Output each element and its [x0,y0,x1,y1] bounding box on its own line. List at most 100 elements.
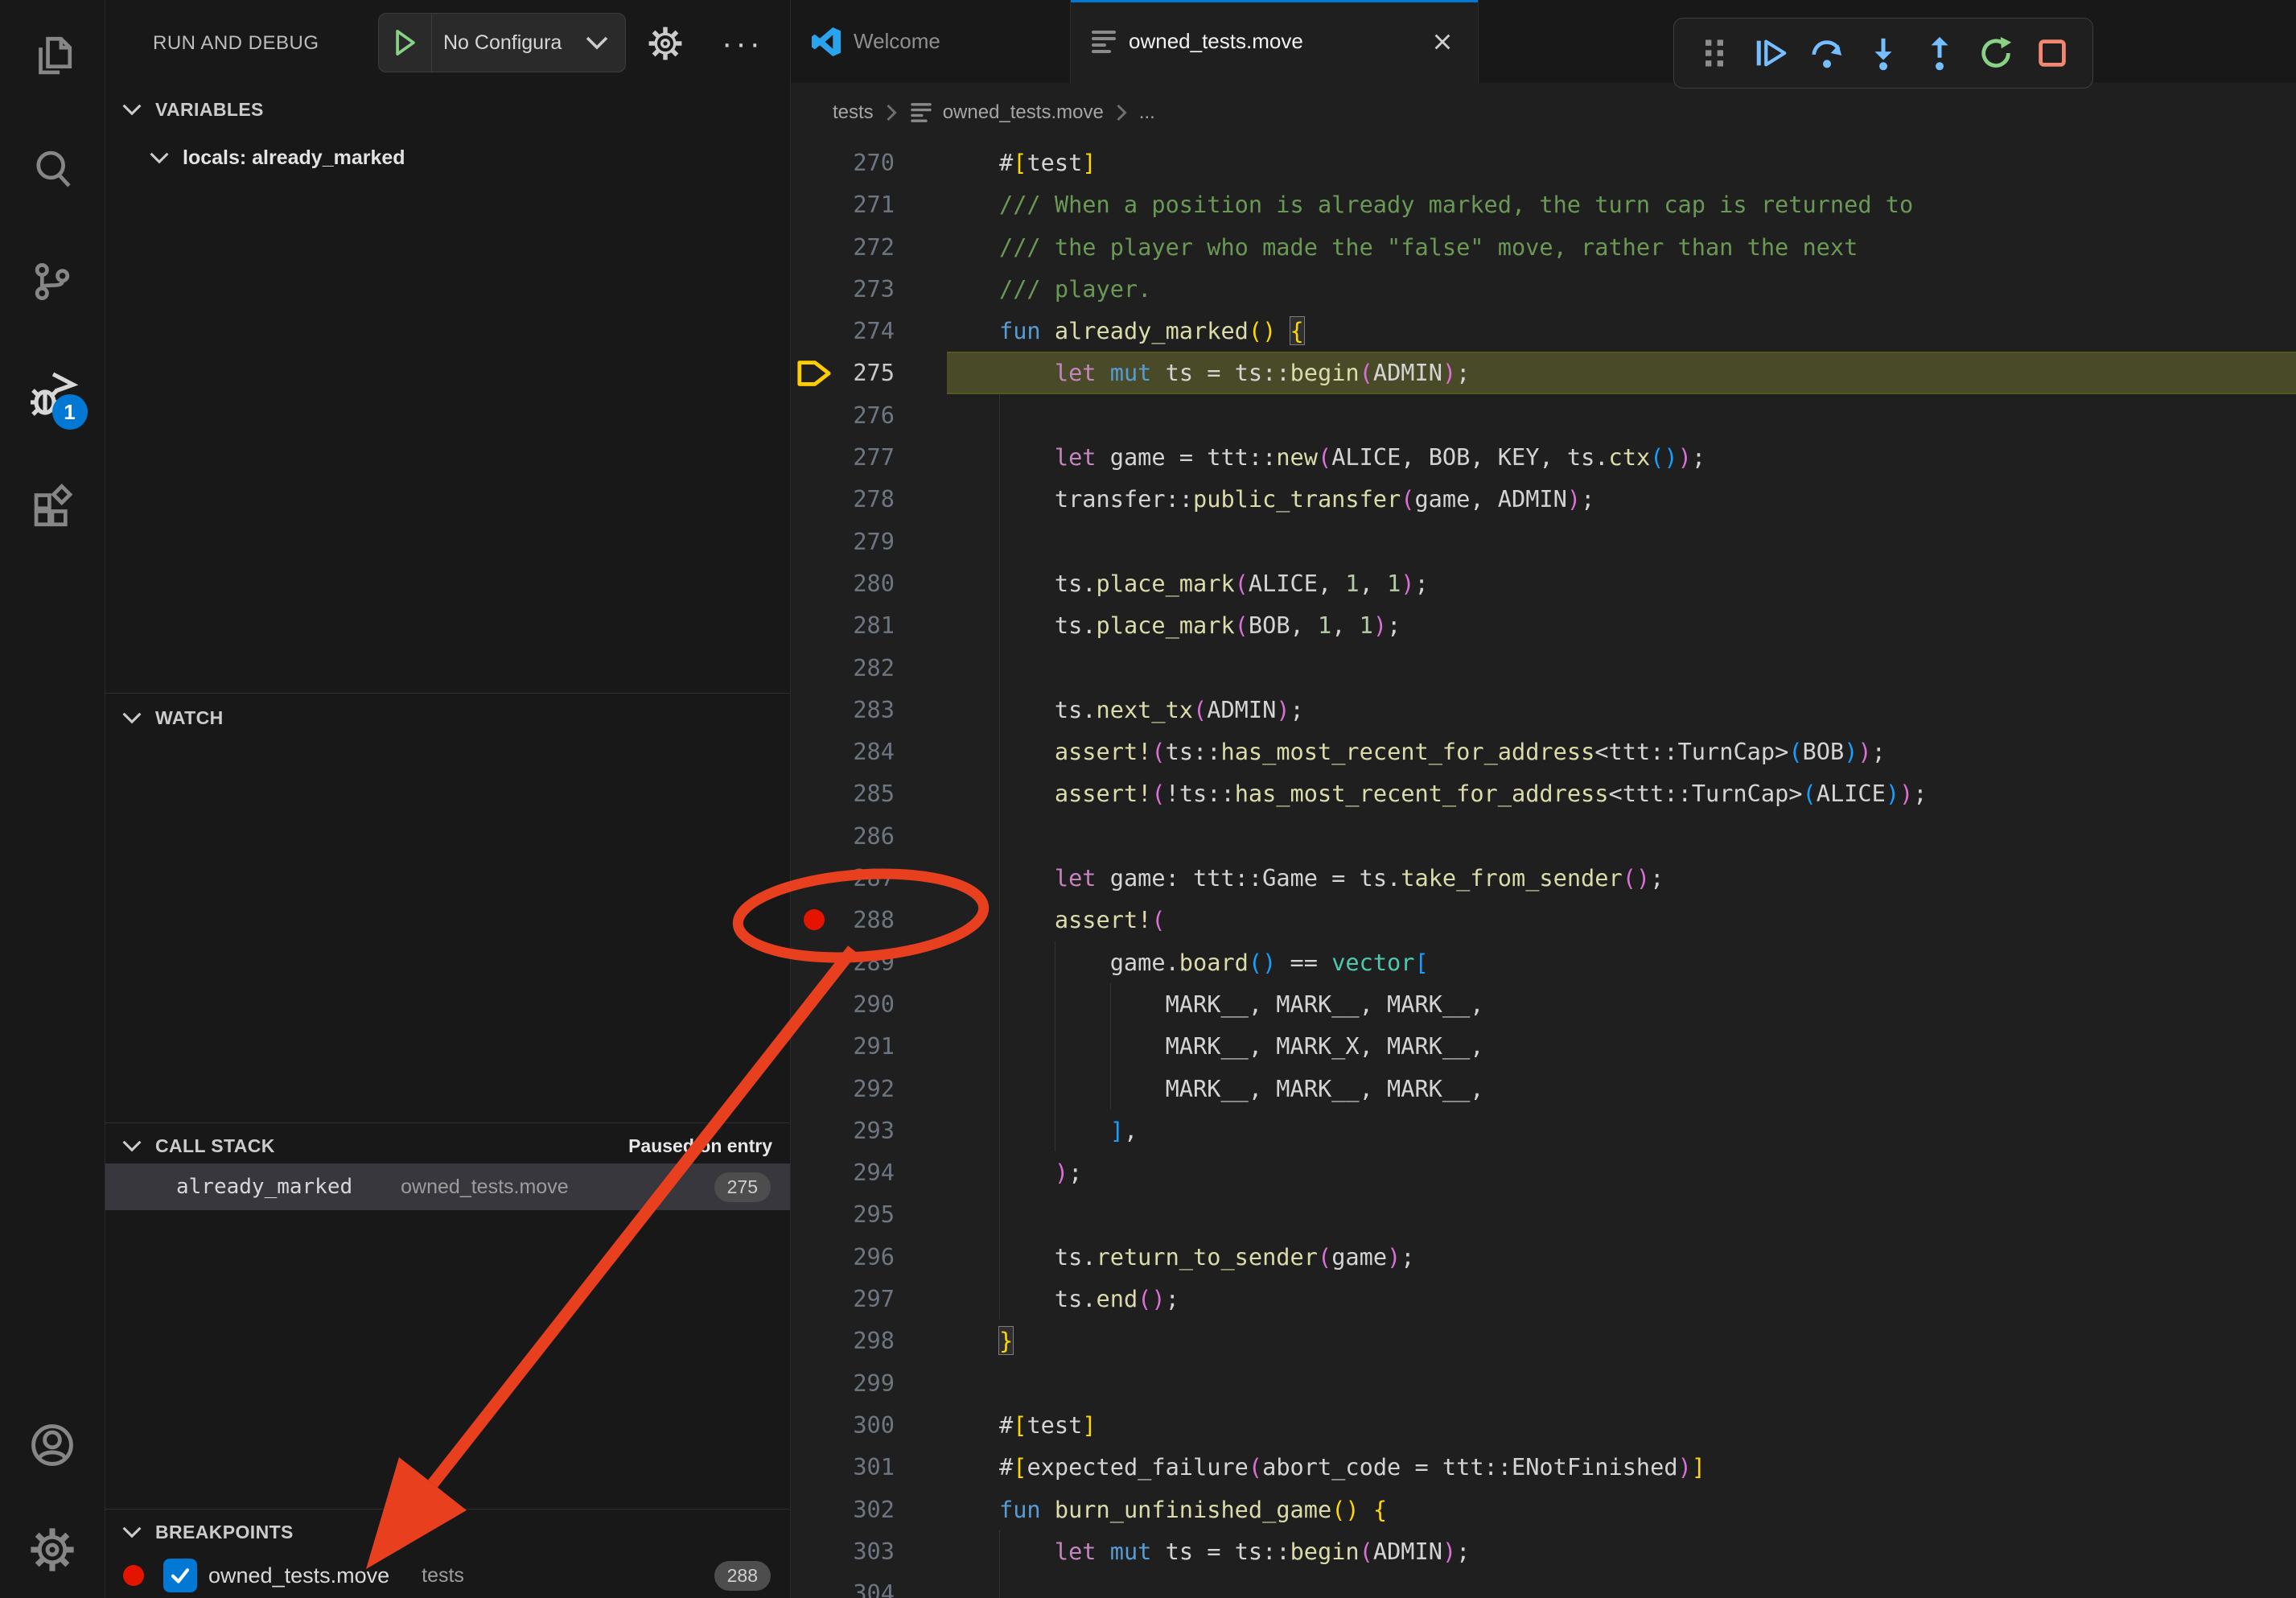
code-line[interactable]: 271/// When a position is already marked… [791,183,2296,225]
code-line-text[interactable]: ts.place_mark(ALICE, 1, 1); [947,562,2296,604]
code-line-text[interactable]: } [947,1320,2296,1361]
breadcrumb-item[interactable]: ... [1139,101,1155,124]
gutter[interactable]: 281 [791,604,947,646]
run-and-debug-icon[interactable]: 1 [0,338,105,451]
code-line[interactable]: 288 assert!( [791,899,2296,941]
code-line-text[interactable]: ts.return_to_sender(game); [947,1236,2296,1278]
code-line-text[interactable]: ts.next_tx(ADMIN); [947,689,2296,731]
gutter-decoration[interactable] [791,772,837,814]
code-line[interactable]: 294 ); [791,1151,2296,1193]
gutter[interactable]: 304 [791,1572,947,1598]
code-line-text[interactable] [947,647,2296,689]
code-line[interactable]: 292 MARK__, MARK__, MARK__, [791,1068,2296,1110]
breadcrumb-item[interactable]: tests [833,101,874,124]
variables-scope-locals[interactable]: locals: already_marked [105,135,790,180]
code-line[interactable]: 284 assert!(ts::has_most_recent_for_addr… [791,731,2296,772]
gutter-decoration[interactable] [791,394,837,436]
gutter[interactable]: 277 [791,436,947,478]
code-line-text[interactable]: let game = ttt::new(ALICE, BOB, KEY, ts.… [947,436,2296,478]
gutter-decoration[interactable] [791,647,837,689]
gutter[interactable]: 293 [791,1110,947,1151]
code-line[interactable]: 301#[expected_failure(abort_code = ttt::… [791,1446,2296,1488]
breakpoint-checkbox[interactable] [163,1559,197,1592]
gutter-decoration[interactable] [791,1068,837,1110]
gutter[interactable]: 298 [791,1320,947,1361]
start-debug-icon[interactable] [379,14,432,72]
gutter-decoration[interactable] [791,1489,837,1530]
code-line[interactable]: 274fun already_marked() { [791,310,2296,352]
gutter-decoration[interactable] [791,604,837,646]
gutter[interactable]: 278 [791,478,947,520]
gutter-decoration[interactable] [791,857,837,899]
search-icon[interactable] [0,113,105,225]
gutter-decoration[interactable] [791,941,837,983]
code-line-text[interactable]: #[expected_failure(abort_code = ttt::ENo… [947,1446,2296,1488]
gutter-decoration[interactable] [791,1236,837,1278]
gutter[interactable]: 296 [791,1236,947,1278]
more-actions-icon[interactable]: ··· [710,18,775,69]
stop-icon[interactable] [2031,32,2073,74]
code-line-text[interactable]: /// player. [947,268,2296,310]
code-line-text[interactable]: let mut ts = ts::begin(ADMIN); [947,1530,2296,1572]
breakpoints-section-header[interactable]: BREAKPOINTS [105,1511,790,1553]
account-icon[interactable] [0,1389,105,1501]
gutter[interactable]: 300 [791,1404,947,1446]
tab-welcome[interactable]: Welcome [791,0,1071,83]
code-line[interactable]: 278 transfer::public_transfer(game, ADMI… [791,478,2296,520]
gutter[interactable]: 282 [791,647,947,689]
gutter[interactable]: 272 [791,226,947,268]
code-line[interactable]: 290 MARK__, MARK__, MARK__, [791,983,2296,1025]
code-line-text[interactable]: MARK__, MARK__, MARK__, [947,1068,2296,1110]
gutter[interactable]: 303 [791,1530,947,1572]
debug-config-dropdown[interactable]: No Configura [378,13,626,72]
gutter-decoration[interactable] [791,1446,837,1488]
gutter-current-frame-icon[interactable] [791,352,837,393]
code-line-text[interactable]: ts.place_mark(BOB, 1, 1); [947,604,2296,646]
gutter-decoration[interactable] [791,310,837,352]
code-line-text[interactable]: #[test] [947,1404,2296,1446]
watch-section-header[interactable]: WATCH [105,697,790,739]
code-line-text[interactable]: let mut ts = ts::begin(ADMIN); [947,352,2296,393]
code-line[interactable]: 276 [791,394,2296,436]
gutter[interactable]: 297 [791,1278,947,1320]
gutter-breakpoint-icon[interactable] [791,899,837,941]
code-line[interactable]: 293 ], [791,1110,2296,1151]
code-line-text[interactable] [947,394,2296,436]
code-editor[interactable]: 270#[test]271/// When a position is alre… [791,142,2296,1598]
gutter[interactable]: 284 [791,731,947,772]
code-line-text[interactable]: /// the player who made the "false" move… [947,226,2296,268]
gutter[interactable]: 292 [791,1068,947,1110]
code-line[interactable]: 297 ts.end(); [791,1278,2296,1320]
gutter-decoration[interactable] [791,183,837,225]
code-line[interactable]: 283 ts.next_tx(ADMIN); [791,689,2296,731]
close-icon[interactable] [1428,27,1457,56]
gutter-decoration[interactable] [791,1362,837,1404]
gutter-decoration[interactable] [791,1193,837,1235]
gutter[interactable]: 276 [791,394,947,436]
code-line[interactable]: 299 [791,1362,2296,1404]
code-line-text[interactable]: #[test] [947,142,2296,183]
gutter-decoration[interactable] [791,436,837,478]
variables-section-header[interactable]: VARIABLES [105,89,790,130]
code-line-text[interactable]: let game: ttt::Game = ts.take_from_sende… [947,857,2296,899]
gutter[interactable]: 288 [791,899,947,941]
code-line-text[interactable]: fun already_marked() { [947,310,2296,352]
code-line[interactable]: 270#[test] [791,142,2296,183]
gutter[interactable]: 274 [791,310,947,352]
gutter-decoration[interactable] [791,1110,837,1151]
code-line-text[interactable]: assert!(ts::has_most_recent_for_address<… [947,731,2296,772]
code-line[interactable]: 304 [791,1572,2296,1598]
code-line-text[interactable] [947,815,2296,857]
gutter-decoration[interactable] [791,1404,837,1446]
code-line-text[interactable] [947,1193,2296,1235]
code-line-text[interactable]: MARK__, MARK__, MARK__, [947,983,2296,1025]
gutter-decoration[interactable] [791,689,837,731]
call-stack-section-header[interactable]: CALL STACK Paused on entry [105,1125,790,1167]
gutter-decoration[interactable] [791,521,837,562]
gutter[interactable]: 285 [791,772,947,814]
breakpoint-list-item[interactable]: owned_tests.move tests 288 [105,1553,790,1598]
gutter[interactable]: 289 [791,941,947,983]
code-line-text[interactable]: MARK__, MARK_X, MARK__, [947,1025,2296,1067]
tab-owned-tests-move[interactable]: owned_tests.move [1071,0,1479,83]
gutter-decoration[interactable] [791,983,837,1025]
